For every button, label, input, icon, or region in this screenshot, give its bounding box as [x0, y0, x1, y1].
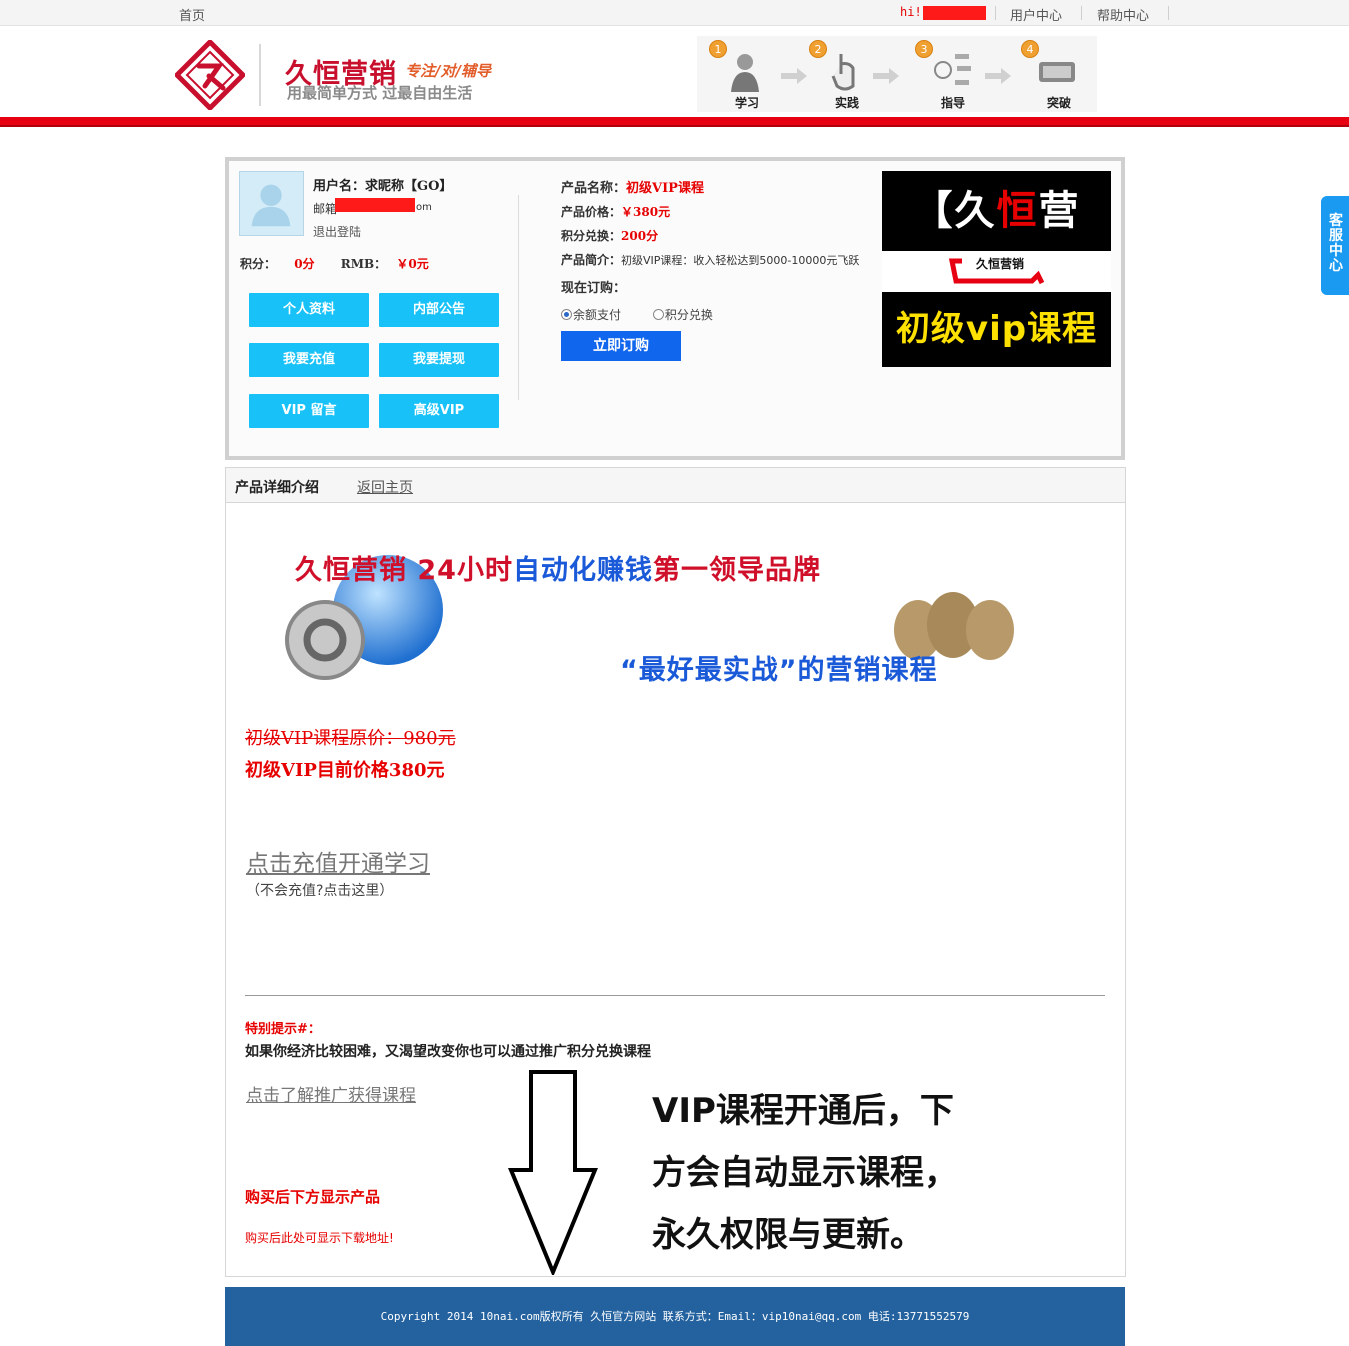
pay-balance-option[interactable]: 余额支付: [561, 308, 621, 322]
brand-slogan: 专注/对/辅导: [405, 62, 491, 80]
username: 用户名：求昵称【GO】: [313, 179, 453, 194]
email-tail: om: [416, 202, 432, 213]
arrow-right-icon: [985, 68, 1011, 84]
product-points-row: 积分兑换：200分: [561, 227, 658, 244]
divider: [1168, 6, 1169, 20]
customer-service-tab[interactable]: 客服中心: [1321, 196, 1349, 295]
pay-balance-label: 余额支付: [573, 308, 622, 322]
money-stack-icon: [1039, 62, 1075, 82]
rmb-label: RMB：: [340, 257, 387, 271]
buy-now-button[interactable]: 立即订购: [561, 331, 681, 361]
redacted-username: [923, 6, 986, 20]
radio-icon[interactable]: [652, 309, 664, 320]
balance-row: 积分： 0分 RMB： ￥0元: [240, 255, 429, 272]
points-label: 积分：: [240, 257, 277, 271]
recharge-button[interactable]: 我要充值: [249, 343, 369, 377]
hand-pointer-icon: [831, 54, 855, 91]
recharge-link[interactable]: 点击充值开通学习: [246, 844, 430, 878]
step-breakthrough: 4 突破: [1015, 36, 1085, 112]
section-divider: [245, 995, 1105, 996]
question-map-icon: [934, 54, 971, 85]
step-label: 指导: [940, 96, 965, 110]
help-center-link[interactable]: 帮助中心: [1097, 5, 1149, 24]
step-label: 实践: [834, 96, 859, 110]
rmb-value: ￥0元: [396, 257, 429, 271]
banner-title-part: 第一领导品牌: [652, 555, 821, 586]
senior-vip-button[interactable]: 高级VIP: [379, 394, 499, 428]
current-price: 初级VIP目前价格380元: [245, 760, 445, 781]
pay-points-option[interactable]: 积分兑换: [652, 308, 713, 322]
order-now-label: 现在订购：: [561, 281, 627, 296]
arrow-right-icon: [873, 68, 899, 84]
step-practice: 2 实践: [803, 36, 873, 112]
arrow-down-icon: [508, 1070, 598, 1275]
top-bar: 首页 hi! 用户中心 帮助中心: [0, 0, 1349, 26]
note-line: VIP课程开通后，下: [652, 1091, 954, 1131]
product-price-value: ￥380元: [621, 205, 671, 219]
brand-tagline: 用最简单方式 过最自由生活: [287, 84, 473, 102]
banner-title: 久恒营销 24小时自动化赚钱第一领导品牌: [295, 548, 821, 587]
ad-course-banner: 初级vip课程: [882, 292, 1111, 367]
copyright-text: Copyright 2014 10nai.com版权所有 久恒官方网站 联系方式…: [380, 1310, 970, 1323]
step-guide: 3 指导: [909, 36, 979, 112]
ad-text-accent: 恒: [996, 188, 1039, 234]
points-value: 0分: [294, 257, 315, 271]
product-name-value: 初级VIP课程: [626, 181, 704, 196]
ad-logo-strip: 久恒营销: [882, 251, 1111, 292]
step-learn: 1 学习: [703, 36, 773, 112]
banner-subtitle: “最好最实战”的营销课程: [620, 655, 938, 686]
vip-message-button[interactable]: VIP 留言: [249, 394, 369, 428]
pay-points-label: 积分兑换: [664, 308, 713, 322]
banner-title-part: 自动化赚钱: [512, 555, 653, 586]
logout-link[interactable]: 退出登陆: [313, 223, 361, 240]
profile-button[interactable]: 个人资料: [249, 293, 369, 327]
radio-icon[interactable]: [561, 309, 572, 320]
product-points-value: 200分: [621, 229, 659, 243]
product-intro-row: 产品简介：初级VIP课程：收入轻松达到5000-10000元飞跃: [561, 251, 859, 268]
email-label: 邮箱: [313, 202, 338, 216]
product-intro-value: 初级VIP课程：收入轻松达到5000-10000元飞跃: [621, 254, 860, 267]
note-line: 方会自动显示课程，: [652, 1153, 958, 1193]
greeting: hi!: [900, 5, 922, 19]
divider: [995, 6, 996, 20]
step-label: 突破: [1046, 96, 1071, 110]
footer: Copyright 2014 10nai.com版权所有 久恒官方网站 联系方式…: [225, 1287, 1125, 1346]
ad-logo-text: 久恒营销: [976, 257, 1025, 271]
tab-product-detail[interactable]: 产品详细介绍: [235, 477, 319, 497]
step-label: 学习: [734, 96, 759, 110]
original-price: 初级VIP课程原价：980元: [245, 728, 456, 749]
home-link[interactable]: 首页: [179, 5, 205, 24]
banner-title-part: 久恒营销 24小时: [295, 555, 513, 586]
note-line: 永久权限与更新。: [652, 1215, 924, 1255]
student-icon: [731, 54, 759, 92]
product-price-row: 产品价格：￥380元: [561, 203, 670, 220]
back-home-link[interactable]: 返回主页: [357, 477, 413, 497]
payment-options: 余额支付 积分兑换: [561, 306, 713, 323]
notice-button[interactable]: 内部公告: [379, 293, 499, 327]
tip-title: 特别提示#：: [245, 1022, 321, 1037]
course-note: VIP课程开通后，下 方会自动显示课程， 永久权限与更新。: [652, 1080, 958, 1266]
recharge-help-link[interactable]: （不会充值?点击这里）: [246, 880, 393, 900]
avatar: [239, 171, 304, 236]
tip-body: 如果你经济比较困难，又渴望改变你也可以通过推广积分兑换课程: [245, 1044, 651, 1060]
product-price-label: 产品价格：: [561, 205, 622, 219]
ad-brand-banner: 【久恒营销】: [882, 171, 1111, 314]
promotion-link[interactable]: 点击了解推广获得课程: [246, 1081, 416, 1106]
user-center-link[interactable]: 用户中心: [1010, 5, 1062, 24]
redacted-email: [335, 198, 415, 212]
logo-icon[interactable]: [175, 40, 245, 110]
product-name-row: 产品名称：初级VIP课程: [561, 177, 704, 196]
product-name-label: 产品名称：: [561, 181, 627, 196]
header-red-bar: [0, 117, 1349, 127]
divider: [1081, 6, 1082, 20]
panel-divider: [518, 195, 519, 400]
logo-divider: [259, 44, 261, 106]
after-buy-title: 购买后下方显示产品: [245, 1188, 381, 1206]
after-buy-note: 购买后此处可显示下载地址!: [245, 1231, 394, 1245]
withdraw-button[interactable]: 我要提现: [379, 343, 499, 377]
product-points-label: 积分兑换：: [561, 229, 622, 243]
ad-text: 【久: [912, 188, 997, 234]
steps-banner: 1 学习 2 实践 3 指导 4 突破: [697, 36, 1097, 112]
product-intro-label: 产品简介：: [561, 253, 622, 267]
